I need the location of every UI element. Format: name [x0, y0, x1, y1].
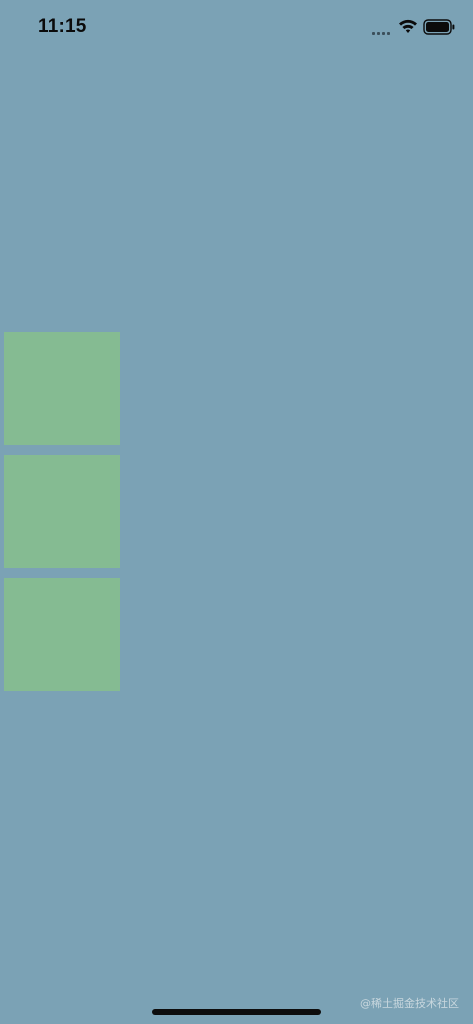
wifi-icon: [399, 19, 417, 33]
home-indicator[interactable]: [152, 1009, 321, 1015]
green-square-1: [4, 332, 120, 445]
status-time: 11:15: [38, 16, 87, 37]
status-bar: 11:15: [0, 0, 473, 58]
green-square-2: [4, 455, 120, 568]
battery-icon: [423, 19, 455, 35]
watermark: @稀土掘金技术社区: [360, 997, 459, 1010]
signal-icon: [372, 31, 392, 35]
green-square-3: [4, 578, 120, 691]
